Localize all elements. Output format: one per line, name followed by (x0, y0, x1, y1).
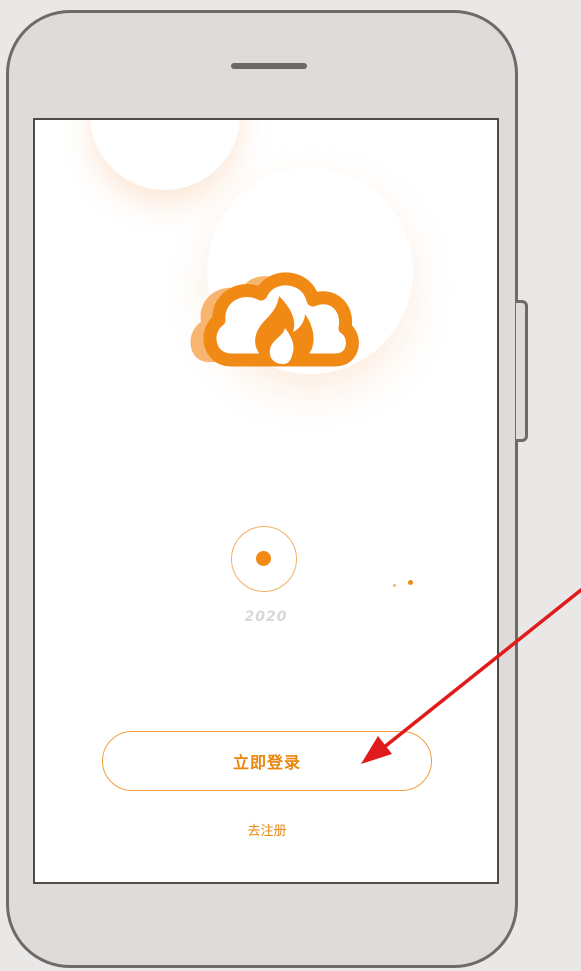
side-button (516, 300, 528, 442)
speaker-grille (231, 63, 307, 69)
target-circle-icon (231, 526, 297, 592)
decorative-dot (408, 580, 413, 585)
year-label: 2020 (244, 609, 288, 625)
decorative-circle (90, 120, 240, 190)
target-dot (256, 551, 271, 566)
login-button[interactable]: 立即登录 (102, 731, 432, 791)
app-screen: 2020 立即登录 去注册 (33, 118, 499, 884)
register-link[interactable]: 去注册 (217, 820, 317, 839)
cloud-flame-logo-icon (190, 272, 359, 367)
decorative-dot (393, 584, 396, 587)
